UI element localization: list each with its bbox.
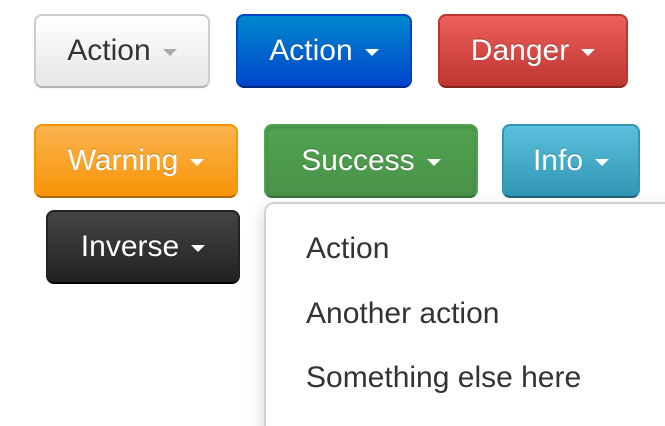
warning-dropdown-button[interactable]: Warning <box>34 124 238 198</box>
button-label: Danger <box>470 34 570 67</box>
inverse-dropdown-button[interactable]: Inverse <box>46 210 240 284</box>
caret-down-icon <box>162 48 177 56</box>
caret-down-icon <box>426 158 441 166</box>
caret-down-icon <box>595 158 610 166</box>
info-dropdown-button[interactable]: Info <box>502 124 640 198</box>
success-dropdown-menu: Action Another action Something else her… <box>264 202 665 426</box>
caret-down-icon <box>191 244 206 252</box>
button-label: Warning <box>67 144 179 177</box>
caret-down-icon <box>364 48 379 56</box>
button-label: Success <box>301 144 415 177</box>
button-label: Action <box>67 34 151 67</box>
danger-dropdown-button[interactable]: Danger <box>438 14 628 88</box>
dropdown-item-something-else[interactable]: Something else here <box>306 363 581 393</box>
button-label: Action <box>269 34 353 67</box>
caret-down-icon <box>581 48 596 56</box>
success-dropdown-button[interactable]: Success <box>264 124 478 198</box>
dropdown-item-another-action[interactable]: Another action <box>306 299 499 329</box>
caret-down-icon <box>190 158 205 166</box>
action-default-dropdown-button[interactable]: Action <box>34 14 210 88</box>
dropdown-item-action[interactable]: Action <box>306 234 389 264</box>
action-primary-dropdown-button[interactable]: Action <box>236 14 412 88</box>
button-label: Info <box>532 144 584 177</box>
button-label: Inverse <box>80 230 180 263</box>
button-dropdowns-demo: Action Action Danger Warning Success Inf… <box>0 0 665 426</box>
